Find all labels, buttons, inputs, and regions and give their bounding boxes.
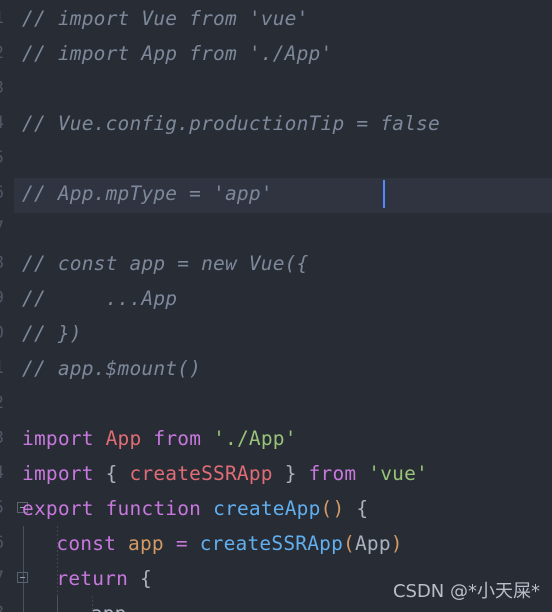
code-token: app bbox=[91, 602, 127, 612]
code-line[interactable]: import App from './App' bbox=[22, 421, 297, 456]
code-token: } bbox=[272, 462, 309, 485]
code-token: // import App from './App' bbox=[22, 42, 333, 65]
code-token: function bbox=[105, 497, 202, 520]
code-content[interactable]: // import Vue from 'vue' // import App fr… bbox=[0, 0, 552, 612]
code-token: // ...App bbox=[22, 287, 178, 310]
code-token: ( bbox=[343, 532, 355, 555]
code-line[interactable]: // ...App bbox=[22, 281, 177, 316]
text-cursor bbox=[382, 180, 385, 208]
code-token: from bbox=[153, 427, 202, 450]
code-line[interactable]: // import App from './App' bbox=[22, 36, 332, 71]
code-token: createSSRApp bbox=[129, 462, 273, 485]
code-token: return bbox=[56, 567, 129, 590]
code-token: // }) bbox=[22, 322, 82, 345]
code-token: App bbox=[105, 427, 142, 450]
code-token: from bbox=[308, 462, 357, 485]
code-token: // app.$mount() bbox=[22, 357, 202, 380]
code-line[interactable]: // const app = new Vue({ bbox=[22, 246, 309, 281]
code-line[interactable]: export function createApp() { bbox=[22, 491, 368, 526]
code-line[interactable]: app bbox=[91, 596, 127, 612]
code-line[interactable]: const app = createSSRApp(App) bbox=[56, 526, 402, 561]
code-token: export bbox=[22, 497, 94, 520]
code-line[interactable]: // app.$mount() bbox=[22, 351, 201, 386]
code-line[interactable]: // App.mpType = 'app' bbox=[22, 176, 273, 211]
code-token: './App' bbox=[213, 427, 297, 450]
code-token: // const app = new Vue({ bbox=[22, 252, 309, 275]
code-token: // import Vue from 'vue' bbox=[22, 7, 309, 30]
code-token: // App.mpType = 'app' bbox=[22, 182, 273, 205]
code-token: import bbox=[22, 427, 94, 450]
code-token: { bbox=[356, 497, 369, 520]
code-line[interactable]: // import Vue from 'vue' bbox=[22, 1, 309, 36]
code-token: createSSRApp bbox=[199, 532, 344, 555]
code-token: { bbox=[139, 567, 152, 590]
code-token: // Vue.config.productionTip = false bbox=[22, 112, 440, 135]
csdn-watermark: CSDN @*小天屎* bbox=[392, 581, 540, 602]
code-token: { bbox=[93, 462, 130, 485]
code-editor[interactable]: 1234567891011121314151617181920 // impor… bbox=[0, 0, 552, 612]
code-token: 'vue' bbox=[368, 462, 428, 485]
code-token: createApp bbox=[213, 497, 321, 520]
code-token: = bbox=[175, 532, 188, 555]
code-line[interactable]: // }) bbox=[22, 316, 82, 351]
code-token: App bbox=[354, 532, 391, 555]
code-line[interactable]: // Vue.config.productionTip = false bbox=[22, 106, 440, 141]
code-line[interactable]: import { createSSRApp } from 'vue' bbox=[22, 456, 428, 491]
code-token: import bbox=[22, 462, 94, 485]
code-token: () bbox=[320, 497, 345, 520]
code-token: app bbox=[128, 532, 164, 555]
code-token: ) bbox=[390, 532, 403, 555]
code-line[interactable]: return { bbox=[56, 561, 152, 596]
code-token: const bbox=[56, 532, 117, 555]
